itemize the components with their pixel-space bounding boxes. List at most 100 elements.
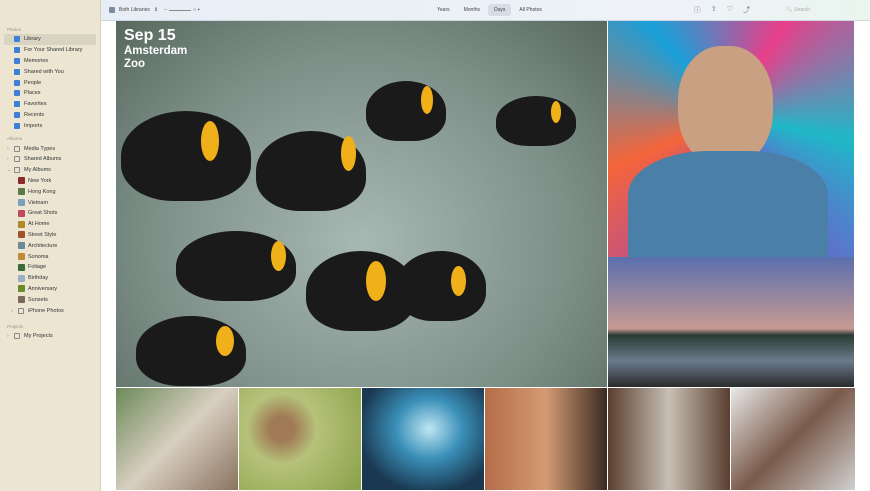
sidebar-item-label: Birthday (28, 275, 49, 282)
tab-years[interactable]: Years (431, 4, 456, 16)
section-projects: Projects (7, 323, 24, 329)
sidebar-item-shared-albums[interactable]: › Shared Albums (4, 154, 96, 165)
album-hong-kong[interactable]: Hong Kong (4, 186, 96, 197)
photo-woman-garden[interactable] (116, 388, 238, 490)
heart-icon[interactable]: ♡ (727, 5, 733, 15)
info-icon[interactable]: ⓘ (694, 5, 701, 15)
sidebar-item-shared-with-you[interactable]: Shared with You (4, 66, 96, 77)
sidebar-item-imports[interactable]: Imports (4, 120, 96, 131)
imports-icon (14, 122, 20, 129)
tab-all-photos[interactable]: All Photos (513, 4, 548, 16)
rotate-icon[interactable]: ⤴ (743, 5, 750, 15)
search-icon: 🔍︎ (786, 7, 793, 13)
folder-icon (14, 333, 20, 340)
album-thumbnail (18, 242, 25, 250)
sidebar-item-label: iPhone Photos (28, 307, 64, 314)
photo-portrait-man[interactable] (608, 21, 854, 257)
library-icon (14, 36, 20, 43)
album-sonoma[interactable]: Sonoma (4, 251, 96, 262)
view-tabs: Years Months Days All Photos (431, 4, 548, 16)
album-thumbnail (18, 231, 25, 239)
sidebar-item-label: Vietnam (28, 199, 49, 206)
album-new-york[interactable]: New York (4, 176, 96, 187)
sidebar-item-label: Foliage (28, 264, 47, 271)
folder-icon (14, 167, 20, 174)
sidebar-item-label: At Home (28, 221, 50, 228)
tab-days[interactable]: Days (488, 4, 512, 16)
folder-icon (18, 307, 24, 314)
memory-title: Amsterdam Zoo (124, 45, 188, 71)
album-architecture[interactable]: Architecture (4, 240, 96, 251)
sidebar-item-for-your-shared-library[interactable]: For Your Shared Library (4, 45, 96, 56)
section-albums: Albums (7, 136, 23, 142)
sidebar-item-people[interactable]: People (4, 77, 96, 88)
album-thumbnail (18, 296, 25, 304)
sidebar-item-label: Anniversary (28, 285, 58, 292)
sidebar-item-label: Shared with You (24, 68, 64, 75)
sidebar-item-label: For Your Shared Library (24, 47, 83, 54)
album-great-shots[interactable]: Great Shots (4, 208, 96, 219)
chevron-down-icon[interactable]: ⌄ (7, 167, 12, 173)
sidebar-item-label: Memories (24, 57, 49, 64)
toolbar: Both Libraries ⇕ − ○ + Years Months Days … (101, 0, 870, 21)
photo-deer[interactable] (239, 388, 361, 490)
memory-caption: Sep 15 Amsterdam Zoo (124, 27, 194, 71)
sidebar-item-label: My Projects (24, 333, 53, 340)
photo-woman-umbrella[interactable] (731, 388, 855, 490)
chevron-right-icon[interactable]: › (7, 333, 12, 339)
sidebar-item-my-albums[interactable]: ⌄ My Albums (4, 165, 96, 176)
sidebar-item-label: Hong Kong (28, 188, 56, 195)
memory-date: Sep 15 (124, 27, 176, 44)
sidebar-item-label: Favorites (24, 101, 47, 108)
photo-lake-sunset[interactable] (608, 257, 854, 387)
album-thumbnail (18, 177, 25, 185)
library-select[interactable]: Both Libraries ⇕ (109, 7, 158, 13)
album-street-style[interactable]: Street Style (4, 230, 96, 241)
sidebar-item-label: New York (28, 177, 52, 184)
photo-dancer[interactable] (608, 388, 730, 490)
chevron-right-icon[interactable]: › (11, 308, 16, 314)
library-select-label: Both Libraries (119, 7, 150, 13)
sidebar-item-label: Great Shots (28, 210, 58, 217)
for-your-shared-library-icon (14, 47, 20, 54)
sidebar-item-places[interactable]: Places (4, 88, 96, 99)
zoom-slider[interactable]: − ○ + (164, 7, 200, 13)
search-placeholder: Search (794, 7, 810, 13)
sidebar-item-favorites[interactable]: Favorites (4, 99, 96, 110)
album-foliage[interactable]: Foliage (4, 262, 96, 273)
album-at-home[interactable]: At Home (4, 219, 96, 230)
album-anniversary[interactable]: Anniversary (4, 284, 96, 295)
chevron-right-icon[interactable]: › (7, 146, 12, 152)
share-icon[interactable]: ⇪ (711, 5, 717, 15)
search-field[interactable]: 🔍︎ Search (786, 7, 810, 13)
toolbar-actions: ⓘ ⇪ ♡ ⤴ (694, 5, 750, 15)
sidebar-item-label: My Albums (24, 167, 51, 174)
sidebar-item-label: Shared Albums (24, 156, 62, 163)
memories-icon (14, 57, 20, 64)
people-icon (14, 79, 20, 86)
featured-photo[interactable]: Sep 15 Amsterdam Zoo (116, 21, 607, 387)
album-thumbnail (18, 220, 25, 228)
sidebar-item-media-types[interactable]: › Media Types (4, 143, 96, 154)
sidebar-item-label: Street Style (28, 231, 57, 238)
photo-underwater-cave[interactable] (362, 388, 484, 490)
sidebar-item-label: Media Types (24, 145, 56, 152)
sidebar-item-label: Architecture (28, 242, 58, 249)
sidebar-item-my-projects[interactable]: › My Projects (4, 331, 96, 342)
section-photos: Photos (7, 27, 22, 32)
album-birthday[interactable]: Birthday (4, 273, 96, 284)
sidebar-item-library[interactable]: Library (4, 34, 96, 45)
sidebar-item-recents[interactable]: Recents (4, 110, 96, 121)
updown-icon: ⇕ (153, 7, 159, 13)
tab-months[interactable]: Months (458, 4, 486, 16)
sidebar-item-memories[interactable]: Memories (4, 56, 96, 67)
favorites-icon (14, 101, 20, 108)
album-sunsets[interactable]: Sunsets (4, 294, 96, 305)
album-thumbnail (18, 253, 25, 261)
folder-icon (14, 156, 20, 163)
album-thumbnail (18, 263, 25, 271)
sidebar-item-iphone-photos[interactable]: › iPhone Photos (4, 305, 96, 316)
photo-canyon[interactable] (485, 388, 607, 490)
chevron-right-icon[interactable]: › (7, 156, 12, 162)
album-vietnam[interactable]: Vietnam (4, 197, 96, 208)
